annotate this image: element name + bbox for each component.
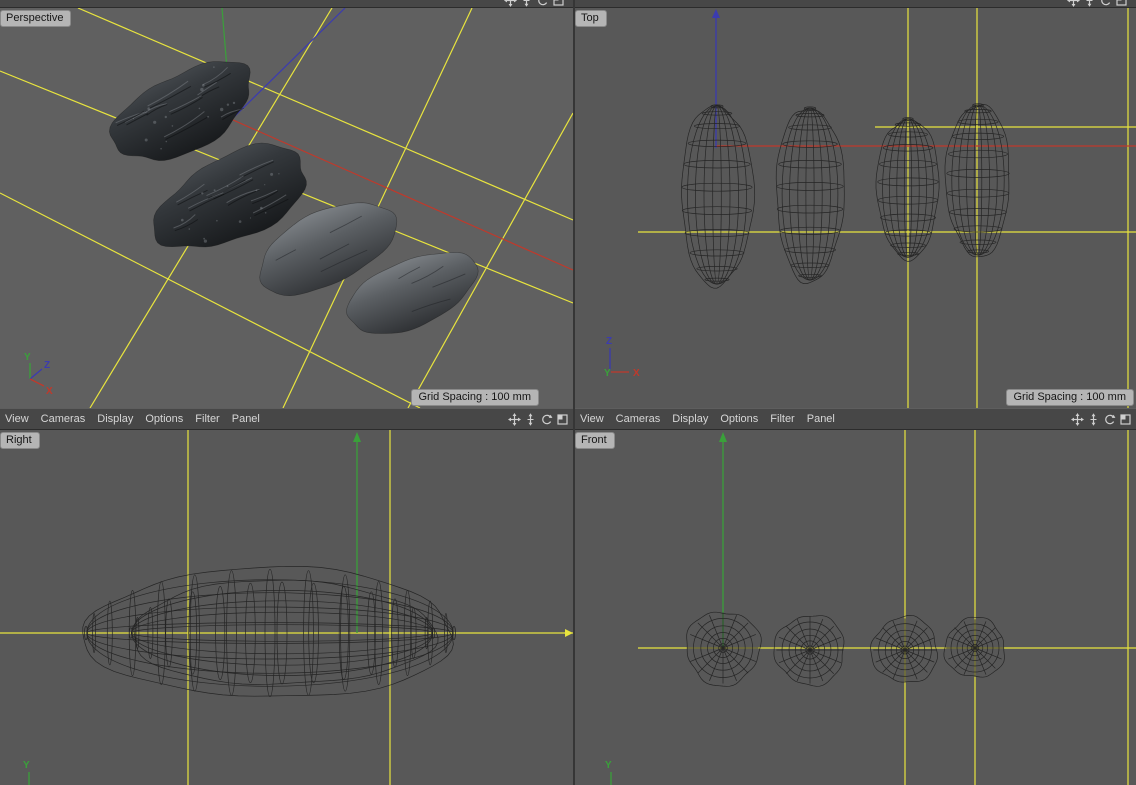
viewport-toolbar	[1067, 0, 1132, 7]
front-canvas[interactable]: Y	[575, 430, 1136, 785]
menubar-front-view: View Cameras Display Options Filter Pane…	[575, 408, 1136, 430]
rotate-icon[interactable]	[1099, 0, 1112, 7]
grid-spacing-badge: Grid Spacing : 100 mm	[410, 389, 539, 406]
menu-item-display[interactable]: Display	[666, 413, 714, 425]
viewport-title-badge: Front	[575, 432, 615, 449]
viewport-title-badge: Perspective	[0, 10, 72, 27]
wireframe-object[interactable]	[870, 614, 938, 683]
axis-label-y: Y	[24, 352, 31, 363]
rotate-icon[interactable]	[536, 0, 549, 7]
c4d-quad-viewport-window: YZX Perspective Grid Spacing : 100 mm ZY…	[0, 0, 1136, 785]
vertical-splitter[interactable]	[573, 0, 575, 785]
viewport-title-badge: Right	[0, 432, 40, 449]
wireframe-object[interactable]	[681, 104, 756, 289]
wireframe-object[interactable]	[686, 611, 762, 687]
menubar-right-view: View Cameras Display Options Filter Pane…	[0, 408, 573, 430]
axis-label-y: Y	[23, 760, 30, 771]
menu-item-options[interactable]: Options	[139, 413, 189, 425]
viewport-front[interactable]: Y Front	[575, 430, 1136, 785]
date-object[interactable]	[153, 142, 307, 248]
menu-item-filter[interactable]: Filter	[189, 413, 225, 425]
axis-label-z: Z	[606, 336, 612, 347]
top-canvas[interactable]: Z Y X	[575, 8, 1136, 408]
date-object[interactable]	[109, 61, 251, 161]
maximize-icon[interactable]	[552, 0, 565, 7]
axis-label-y: Y	[605, 760, 612, 771]
pan-icon[interactable]	[508, 412, 521, 426]
viewport-toolbar	[508, 412, 573, 426]
pan-icon[interactable]	[1071, 412, 1084, 426]
maximize-icon[interactable]	[1115, 0, 1128, 7]
wireframe-object[interactable]	[775, 106, 845, 284]
menu-item-panel[interactable]: Panel	[226, 413, 266, 425]
menubar-perspective-clipped	[0, 0, 573, 8]
viewport-toolbar	[1071, 412, 1136, 426]
menu-item-options[interactable]: Options	[714, 413, 764, 425]
menubar-top-clipped	[575, 0, 1136, 8]
wireframe-object[interactable]	[773, 615, 845, 687]
menu-item-cameras[interactable]: Cameras	[35, 413, 92, 425]
menu-item-view[interactable]: View	[575, 413, 610, 425]
maximize-icon[interactable]	[556, 413, 569, 426]
wireframe-object[interactable]	[943, 616, 1005, 678]
menu-item-view[interactable]: View	[0, 413, 35, 425]
viewport-toolbar	[504, 0, 569, 7]
grid-spacing-badge: Grid Spacing : 100 mm	[1005, 389, 1134, 406]
right-canvas[interactable]: Y	[0, 430, 573, 785]
axis-label-x: X	[46, 386, 53, 397]
maximize-icon[interactable]	[1119, 413, 1132, 426]
rotate-icon[interactable]	[1103, 413, 1116, 426]
pan-icon[interactable]	[504, 0, 517, 7]
perspective-canvas[interactable]: Y Z X	[0, 8, 573, 408]
viewport-perspective[interactable]: Y Z X Perspective Grid Spacing : 100 mm	[0, 8, 573, 408]
axis-label-z: Z	[44, 360, 50, 371]
zoom-icon[interactable]	[1087, 412, 1100, 426]
zoom-icon[interactable]	[520, 0, 533, 7]
zoom-icon[interactable]	[1083, 0, 1096, 7]
axis-label-x: X	[633, 368, 640, 379]
rotate-icon[interactable]	[540, 413, 553, 426]
wireframe-object[interactable]	[128, 579, 439, 685]
axis-label-y: Y	[604, 368, 611, 379]
menu-item-filter[interactable]: Filter	[764, 413, 800, 425]
viewport-top[interactable]: Z Y X Top Grid Spacing : 100 mm	[575, 8, 1136, 408]
viewport-title-badge: Top	[575, 10, 607, 27]
menu-item-cameras[interactable]: Cameras	[610, 413, 667, 425]
menu-item-panel[interactable]: Panel	[801, 413, 841, 425]
pan-icon[interactable]	[1067, 0, 1080, 7]
menu-item-display[interactable]: Display	[91, 413, 139, 425]
viewport-right[interactable]: Y Right	[0, 430, 573, 785]
zoom-icon[interactable]	[524, 412, 537, 426]
